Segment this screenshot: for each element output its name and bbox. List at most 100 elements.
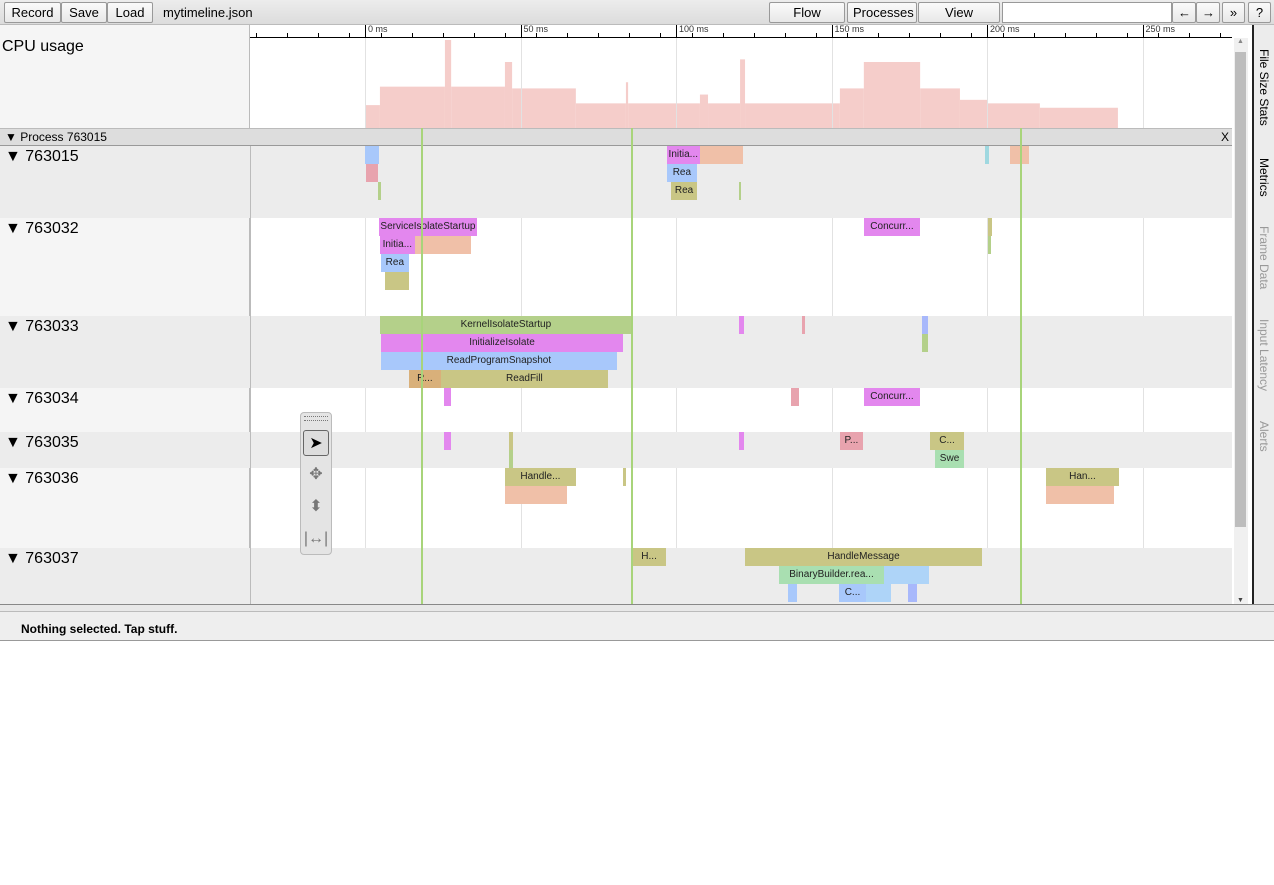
trace-slice[interactable]: Rea [380, 254, 409, 272]
thread-label[interactable]: ▼ 763032 [5, 220, 245, 318]
trace-slice[interactable] [988, 236, 992, 254]
trace-slice[interactable]: Concurr... [863, 218, 921, 236]
process-header[interactable]: ▼ Process 763015 X [0, 128, 1232, 146]
trace-slice[interactable] [739, 182, 741, 200]
scroll-up-icon[interactable]: ▲ [1237, 38, 1244, 45]
trace-slice[interactable] [443, 388, 452, 406]
trace-slice[interactable] [801, 316, 806, 334]
processes-button[interactable]: Processes [847, 2, 917, 23]
thread-track: ▼ 763037 H... HandleMessage BinaryBuilder.r… [0, 548, 1232, 604]
panel-resizer[interactable] [0, 604, 1274, 612]
thread-label[interactable]: ▼ 763036 [5, 470, 245, 550]
scroll-down-icon[interactable]: ▼ [1237, 597, 1244, 604]
analysis-panel-header: Nothing selected. Tap stuff. [0, 612, 1274, 641]
time-ruler[interactable]: 0 ms 50 ms 100 ms 150 ms 200 ms 250 ms [250, 25, 1232, 38]
tab-file-size-stats[interactable]: File Size Stats [1257, 49, 1271, 126]
trace-slice[interactable]: Rea [671, 182, 698, 200]
trace-slice[interactable] [384, 272, 409, 290]
thread-label[interactable]: ▼ 763035 [5, 434, 245, 470]
trace-slice[interactable] [414, 236, 471, 254]
horizontal-span-icon: |↔| [303, 530, 329, 547]
thread-track: ▼ 763036 Handle... Han... [0, 468, 1232, 548]
trace-slice[interactable]: ServiceIsolateStartup [378, 218, 477, 236]
trace-slice[interactable] [921, 316, 928, 334]
more-button[interactable]: » [1222, 2, 1245, 23]
trace-slice[interactable] [378, 182, 381, 200]
selection-mode-button[interactable]: ➤ [303, 430, 329, 456]
thread-label[interactable]: ▼ 763037 [5, 550, 245, 606]
trace-slice[interactable] [739, 316, 744, 334]
trace-slice[interactable]: ReadFill [440, 370, 608, 388]
trace-slice[interactable] [508, 450, 514, 468]
thread-label[interactable]: ▼ 763034 [5, 390, 245, 434]
trace-slice[interactable]: Han... [1046, 468, 1119, 486]
search-input[interactable] [1002, 2, 1172, 23]
trace-slice[interactable]: H... [632, 548, 667, 566]
close-process-button[interactable]: X [1221, 129, 1229, 145]
cpu-usage-bar [987, 103, 1040, 128]
trace-slice[interactable]: C... [838, 584, 866, 602]
zoom-mode-button[interactable]: ⬍ [303, 494, 329, 520]
trace-slice[interactable] [787, 584, 798, 602]
trace-slice[interactable] [443, 432, 452, 450]
trace-slice[interactable]: BinaryBuilder.rea... [778, 566, 885, 584]
trace-slice[interactable] [623, 468, 627, 486]
cpu-usage-bar [745, 103, 840, 128]
trace-slice[interactable] [866, 584, 891, 602]
ruler-label: 100 ms [676, 25, 709, 37]
help-button[interactable]: ? [1248, 2, 1271, 23]
ruler-tick [1126, 33, 1128, 37]
trace-slice[interactable]: ReadProgramSnapshot [380, 352, 617, 370]
ruler-label: 0 ms [365, 25, 388, 37]
flow-events-button[interactable]: Flow events [769, 2, 845, 39]
trace-slice[interactable] [988, 218, 992, 236]
trace-slice[interactable] [884, 566, 930, 584]
trace-slice[interactable] [504, 486, 568, 504]
track-area: H... HandleMessage BinaryBuilder.rea... C..… [250, 548, 1232, 604]
trace-slice[interactable]: InitializeIsolate [380, 334, 624, 352]
trace-slice[interactable]: R... [408, 370, 441, 388]
load-button[interactable]: Load [107, 2, 153, 23]
cpu-usage-bar [920, 88, 960, 128]
ruler-tick [629, 33, 631, 37]
tab-frame-data[interactable]: Frame Data [1257, 226, 1271, 289]
trace-slice[interactable] [365, 164, 379, 182]
tab-metrics[interactable]: Metrics [1257, 158, 1271, 197]
record-button[interactable]: Record [4, 2, 61, 23]
trace-slice[interactable] [699, 146, 744, 164]
trace-slice[interactable]: Initia... [666, 146, 700, 164]
trace-slice[interactable]: HandleMessage [745, 548, 982, 566]
trace-slice[interactable] [1046, 486, 1115, 504]
vertical-arrows-icon: ⬍ [309, 498, 323, 515]
arrow-cursor-icon: ➤ [309, 435, 323, 452]
prev-result-button[interactable]: ← [1172, 2, 1196, 23]
drag-handle[interactable] [304, 416, 328, 421]
trace-slice[interactable] [921, 334, 928, 352]
trace-slice[interactable] [907, 584, 918, 602]
trace-slice[interactable] [508, 432, 514, 450]
trace-slice[interactable]: C... [930, 432, 964, 450]
trace-slice[interactable]: Rea [666, 164, 698, 182]
thread-label[interactable]: ▼ 763015 [5, 148, 245, 220]
pan-mode-button[interactable]: ✥ [303, 462, 329, 488]
next-result-button[interactable]: → [1196, 2, 1220, 23]
trace-slice[interactable] [791, 388, 799, 406]
trace-slice[interactable]: Swe [935, 450, 964, 468]
save-button[interactable]: Save [61, 2, 107, 23]
trace-slice[interactable]: P... [839, 432, 863, 450]
trace-slice[interactable]: Handle... [504, 468, 576, 486]
tab-input-latency[interactable]: Input Latency [1257, 319, 1271, 391]
trace-slice[interactable] [365, 146, 379, 164]
trace-slice[interactable]: Concurr... [863, 388, 921, 406]
scrollbar-thumb[interactable] [1235, 52, 1246, 527]
trace-slice[interactable] [739, 432, 744, 450]
thread-label[interactable]: ▼ 763033 [5, 318, 245, 390]
tab-alerts[interactable]: Alerts [1257, 421, 1271, 452]
trace-slice[interactable]: KernelIsolateStartup [379, 316, 632, 334]
timing-mode-button[interactable]: |↔| [303, 526, 329, 552]
trace-slice[interactable]: Initia... [379, 236, 415, 254]
trace-slice[interactable] [985, 146, 990, 164]
ruler-tick [318, 33, 320, 37]
cpu-usage-bar [379, 86, 445, 128]
view-options-button[interactable]: View Options [918, 2, 1000, 39]
